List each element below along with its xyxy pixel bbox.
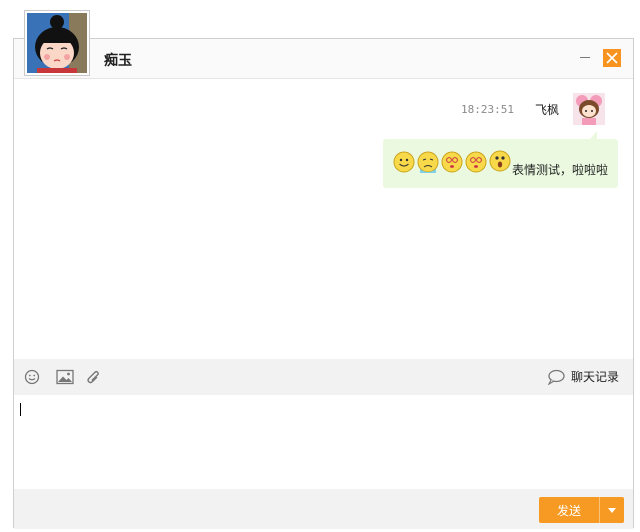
- message-text: 表情测试，啦啦啦: [512, 163, 609, 177]
- contact-avatar[interactable]: [24, 10, 90, 76]
- dizzy-emoji: [465, 151, 487, 173]
- text-caret: [20, 403, 21, 416]
- minimize-button[interactable]: [577, 49, 593, 65]
- message-timestamp: 18:23:51: [461, 103, 514, 116]
- message-bubble: 表情测试，啦啦啦: [383, 139, 618, 188]
- chat-history-button[interactable]: 聊天记录: [547, 368, 619, 385]
- surprised-emoji: [489, 150, 511, 172]
- speech-bubble-icon: [547, 369, 565, 385]
- close-button[interactable]: [603, 49, 621, 67]
- chat-window: 痴玉 18:23:51 飞枫 表情测试，啦啦啦 聊天记录 发送: [13, 38, 634, 529]
- input-toolbar: 聊天记录: [14, 359, 633, 395]
- emoji-row: [393, 150, 511, 173]
- message-sender: 飞枫: [534, 103, 559, 117]
- message-history: 18:23:51 飞枫 表情测试，啦啦啦: [14, 79, 633, 359]
- title-bar: 痴玉: [14, 39, 633, 79]
- contact-name: 痴玉: [104, 53, 132, 69]
- send-bar: 发送: [14, 489, 633, 529]
- close-icon: [606, 52, 618, 64]
- attachment-icon[interactable]: [86, 369, 104, 385]
- send-options-dropdown[interactable]: [599, 497, 624, 523]
- send-button-group: 发送: [539, 497, 624, 523]
- cry-emoji: [417, 151, 439, 173]
- smiley-icon[interactable]: [24, 369, 42, 385]
- chat-history-label: 聊天记录: [570, 370, 619, 384]
- dizzy-emoji: [441, 151, 463, 173]
- sender-avatar[interactable]: [573, 93, 605, 125]
- message-input[interactable]: [14, 395, 633, 489]
- send-button[interactable]: 发送: [539, 497, 599, 523]
- smile-emoji: [393, 151, 415, 173]
- image-icon[interactable]: [56, 369, 74, 385]
- bubble-tail: [590, 131, 597, 139]
